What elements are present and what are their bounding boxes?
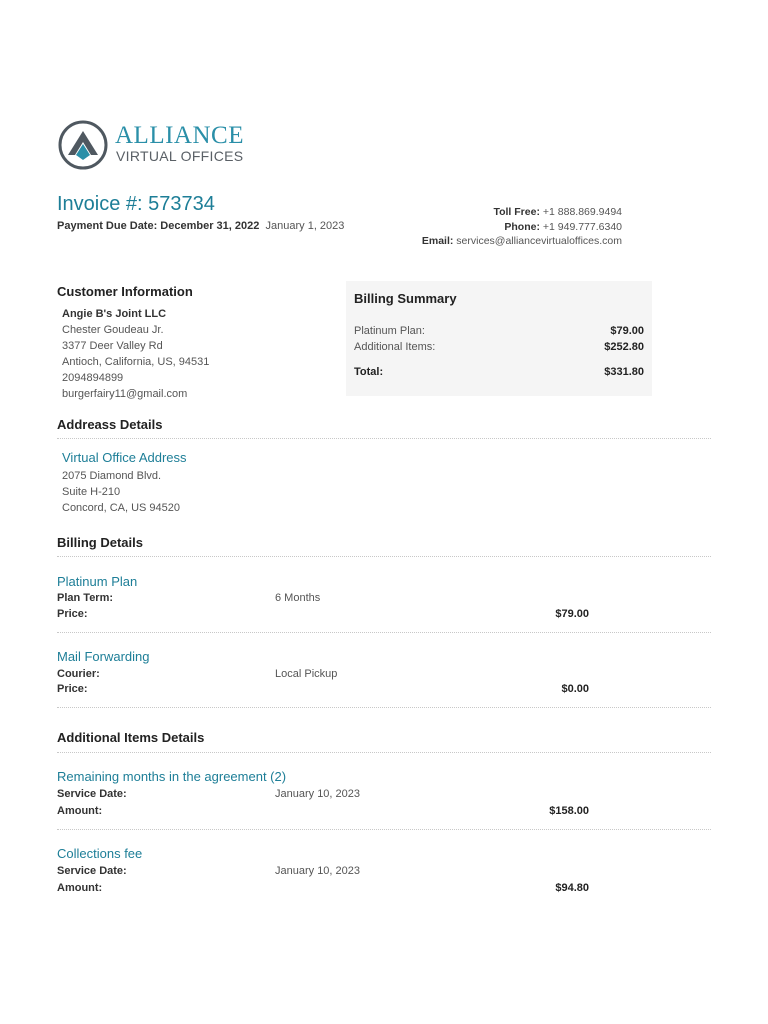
customer-street: 3377 Deer Valley Rd [62,340,163,352]
summary-row-plan: Platinum Plan: $79.00 [354,324,644,338]
virtual-office-address-block: 2075 Diamond Blvd. Suite H-210 Concord, … [62,468,180,516]
summary-total-label: Total: [354,366,384,378]
item-divider [57,829,711,830]
billing-item-label: Plan Term: [57,592,114,604]
payment-due-extra: January 1, 2023 [265,220,345,232]
customer-company: Angie B's Joint LLC [62,308,167,320]
billing-item-label: Courier: [57,668,100,680]
additional-item-title: Remaining months in the agreement (2) [57,769,287,784]
address-line-1: 2075 Diamond Blvd. [62,470,162,482]
billing-item-title: Mail Forwarding [57,649,150,664]
summary-row-additional: Additional Items: $252.80 [354,340,644,354]
logo-wordmark-virtual-offices: VIRTUAL OFFICES [116,148,244,164]
billing-summary-heading: Billing Summary [354,291,457,306]
additional-item-amount-label: Amount: [57,882,103,894]
toll-free-label: Toll Free: [493,206,540,218]
additional-item-amount: $94.80 [555,882,589,894]
billing-summary-panel: Billing Summary Platinum Plan: $79.00 Ad… [346,281,652,396]
customer-email[interactable]: burgerfairy11@gmail.com [62,386,209,402]
billing-item-price-label: Price: [57,608,88,620]
customer-info-heading: Customer Information [57,284,193,299]
billing-details-heading: Billing Details [57,535,143,550]
virtual-office-address-title: Virtual Office Address [62,450,187,465]
additional-items-heading: Additional Items Details [57,730,205,745]
logo-wordmark-alliance: ALLIANCE [115,122,244,149]
customer-contact-name: Chester Goudeau Jr. [62,324,164,336]
email-address[interactable]: services@alliancevirtualoffices.com [456,235,622,247]
section-divider [57,752,711,753]
payment-due-date: Payment Due Date: December 31, 2022 Janu… [57,218,347,234]
section-divider [57,438,711,439]
additional-item-label: Service Date: [57,788,127,800]
billing-item-amount: $0.00 [561,683,589,695]
billing-item-price-label: Price: [57,683,88,695]
billing-item-amount: $79.00 [555,608,589,620]
payment-due-label: Payment Due Date: December 31, 2022 [57,220,260,232]
summary-plan-label: Platinum Plan: [354,325,425,337]
item-divider [57,707,711,708]
phone-label: Phone: [504,220,540,233]
summary-plan-value: $79.00 [610,325,644,337]
company-contact-block: Toll Free: +1 888.869.9494 Phone: +1 949… [422,205,622,249]
additional-item-value: January 10, 2023 [275,788,361,800]
customer-city: Antioch, California, US, 94531 [62,356,210,368]
billing-item-title: Platinum Plan [57,574,138,589]
summary-additional-value: $252.80 [604,341,644,353]
summary-total-value: $331.80 [604,366,644,378]
billing-item-value: Local Pickup [275,668,338,680]
billing-item-value: 6 Months [275,592,321,604]
customer-phone: 2094894899 [62,372,124,384]
additional-item-title: Collections fee [57,846,143,861]
additional-item-amount-label: Amount: [57,805,103,817]
summary-row-total: Total: $331.80 [354,365,644,379]
invoice-number-title: Invoice #: 573734 [57,193,215,215]
additional-item-value: January 10, 2023 [275,865,361,877]
section-divider [57,556,711,557]
address-line-3: Concord, CA, US 94520 [62,502,181,514]
customer-info-block: Angie B's Joint LLC Chester Goudeau Jr. … [62,306,209,402]
summary-additional-label: Additional Items: [354,341,436,353]
email-label: Email: [421,235,454,247]
alliance-mountain-logo-icon [58,120,108,170]
address-line-2: Suite H-210 [62,486,121,498]
additional-item-label: Service Date: [57,865,127,877]
phone-number: +1 949.777.6340 [542,220,622,233]
additional-item-amount: $158.00 [549,805,589,817]
toll-free-number: +1 888.869.9494 [542,206,622,218]
company-logo: ALLIANCE VIRTUAL OFFICES [57,119,243,171]
item-divider [57,632,711,633]
address-details-heading: Addreass Details [57,417,163,432]
